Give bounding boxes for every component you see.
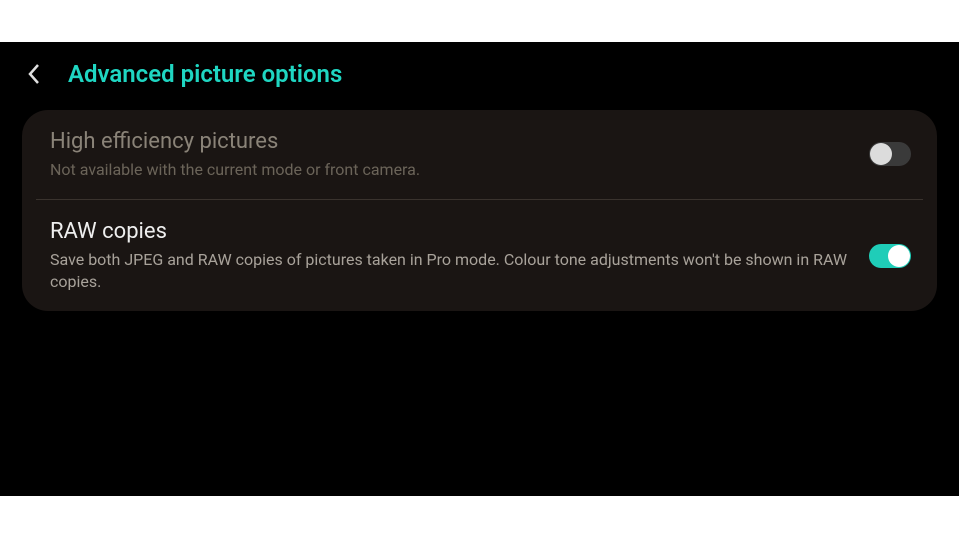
option-high-efficiency-pictures: High efficiency pictures Not available w… xyxy=(22,110,937,199)
options-card: High efficiency pictures Not available w… xyxy=(22,110,937,311)
settings-screen: Advanced picture options High efficiency… xyxy=(0,42,959,496)
toggle-raw-copies[interactable] xyxy=(869,244,911,268)
option-content: High efficiency pictures Not available w… xyxy=(50,128,849,181)
toggle-knob xyxy=(888,245,910,267)
back-icon[interactable] xyxy=(20,60,48,88)
option-title: RAW copies xyxy=(50,218,849,247)
option-raw-copies[interactable]: RAW copies Save both JPEG and RAW copies… xyxy=(22,200,937,311)
toggle-high-efficiency xyxy=(869,142,911,166)
option-subtitle: Not available with the current mode or f… xyxy=(50,159,849,181)
option-content: RAW copies Save both JPEG and RAW copies… xyxy=(50,218,849,293)
page-title: Advanced picture options xyxy=(68,60,342,88)
toggle-knob xyxy=(870,143,892,165)
header: Advanced picture options xyxy=(0,42,959,102)
option-subtitle: Save both JPEG and RAW copies of picture… xyxy=(50,249,849,294)
option-title: High efficiency pictures xyxy=(50,128,849,157)
